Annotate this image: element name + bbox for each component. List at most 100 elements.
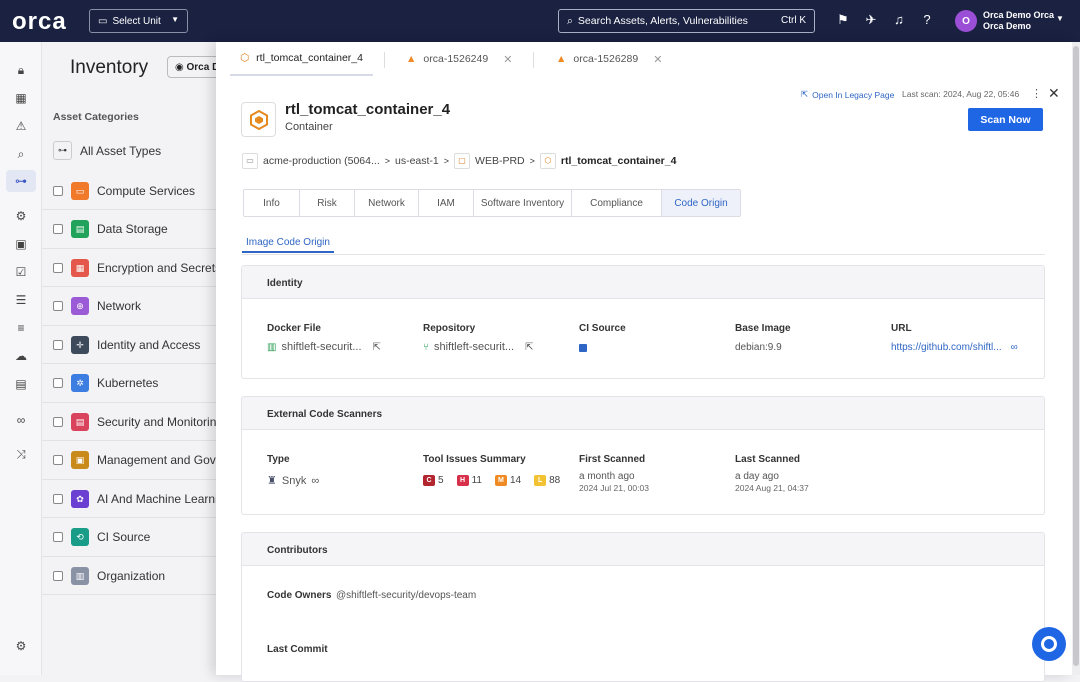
- shield-icon[interactable]: ⚙︎: [13, 208, 29, 224]
- category-checkbox[interactable]: [53, 262, 63, 273]
- search-icon: ⌕: [567, 14, 573, 27]
- external-code-scanners-card: External Code Scanners Type ♜ Snyk ∞ Too…: [241, 396, 1045, 515]
- category-checkbox[interactable]: [53, 570, 63, 581]
- category-item[interactable]: ▤ Security and Monitoring: [42, 403, 242, 441]
- dashboard-icon[interactable]: ▦: [13, 90, 29, 106]
- workflow-icon[interactable]: ⤨: [13, 446, 29, 462]
- category-checkbox[interactable]: [53, 493, 63, 504]
- tab-asset[interactable]: ⬡ rtl_tomcat_container_4: [230, 42, 373, 76]
- tab-image-code-origin[interactable]: Image Code Origin: [242, 233, 334, 253]
- category-checkbox[interactable]: [53, 339, 63, 350]
- category-item[interactable]: ✛ Identity and Access: [42, 326, 242, 364]
- tab-network[interactable]: Network: [355, 190, 419, 216]
- chevron-down-icon[interactable]: ▼: [1056, 14, 1064, 23]
- user-menu[interactable]: Orca Demo Orca Orca Demo: [983, 10, 1054, 32]
- search-icon[interactable]: ⌕: [13, 146, 29, 162]
- last-scan-text: Last scan: 2024, Aug 22, 05:46: [902, 89, 1020, 99]
- select-unit-dropdown[interactable]: ▭ Select Unit ▼: [89, 9, 188, 33]
- alert-icon[interactable]: ⚠︎: [13, 118, 29, 134]
- user-card-icon[interactable]: ▤: [13, 376, 29, 392]
- scrollbar-thumb[interactable]: [1073, 46, 1079, 666]
- tab-software-inventory[interactable]: Software Inventory: [474, 190, 572, 216]
- category-checkbox[interactable]: [53, 532, 63, 542]
- category-icon: ▭: [71, 181, 89, 200]
- url-value[interactable]: https://github.com/shiftl... ∞: [891, 342, 1018, 353]
- category-checkbox[interactable]: [53, 378, 63, 388]
- category-item[interactable]: ▥ Organization: [42, 557, 242, 595]
- category-checkbox[interactable]: [53, 224, 63, 234]
- repository-value[interactable]: ⑂ shiftleft-securit... ⇱: [423, 341, 533, 353]
- database-icon[interactable]: ≡: [13, 320, 29, 336]
- link-icon[interactable]: ∞: [311, 475, 319, 487]
- category-item[interactable]: ▭ Compute Services: [42, 172, 242, 210]
- external-link-icon[interactable]: ⇱: [525, 342, 533, 353]
- chevron-right-icon: >: [443, 156, 450, 166]
- asset-categories-heading: Asset Categories: [53, 111, 139, 123]
- help-chat-button[interactable]: [1032, 627, 1066, 661]
- close-tab-icon[interactable]: ✕: [503, 53, 512, 66]
- orca-logo[interactable]: orca: [12, 8, 67, 36]
- help-icon[interactable]: ?: [919, 12, 935, 27]
- category-item[interactable]: ✿ AI And Machine Learning: [42, 480, 242, 518]
- category-checkbox[interactable]: [53, 185, 63, 196]
- severity-number: 11: [471, 475, 482, 486]
- tab-info[interactable]: Info: [244, 190, 300, 216]
- scrollbar[interactable]: [1072, 42, 1080, 675]
- view-pill-label: Orca D: [186, 62, 220, 73]
- tab-risk[interactable]: Risk: [300, 190, 355, 216]
- tool-issues-summary-label: Tool Issues Summary: [423, 454, 526, 465]
- all-asset-types-item[interactable]: ⊶ All Asset Types: [53, 141, 161, 160]
- container-icon: [241, 102, 276, 137]
- tab-label: orca-1526249: [423, 53, 489, 65]
- inventory-icon[interactable]: ⊶: [6, 170, 36, 192]
- breadcrumb-account[interactable]: acme-production (5064...: [263, 155, 380, 167]
- url-label: URL: [891, 323, 912, 334]
- severity-count: H 11: [456, 475, 482, 486]
- tab-iam[interactable]: IAM: [419, 190, 474, 216]
- more-options-icon[interactable]: ⋮: [1031, 87, 1042, 100]
- announcement-icon[interactable]: ✈: [863, 12, 879, 28]
- close-tab-icon[interactable]: ✕: [653, 53, 662, 66]
- container-icon: ⬡: [539, 153, 556, 169]
- open-legacy-link[interactable]: ⇱ Open In Legacy Page: [801, 89, 894, 100]
- report-icon[interactable]: ☰: [13, 292, 29, 308]
- asset-title: rtl_tomcat_container_4: [285, 101, 451, 118]
- integrations-icon[interactable]: ∞: [13, 412, 29, 428]
- docker-file-value[interactable]: ▥ shiftleft-securit... ⇱: [267, 341, 381, 353]
- compliance-icon[interactable]: ☑: [13, 264, 29, 280]
- bell-icon[interactable]: ♫: [891, 12, 907, 27]
- category-label: Compute Services: [97, 183, 196, 198]
- category-item[interactable]: ⟲ CI Source: [42, 519, 242, 557]
- category-item[interactable]: ⊕ Network: [42, 288, 242, 326]
- close-icon[interactable]: ✕: [1048, 85, 1060, 102]
- settings-icon[interactable]: ⚙: [13, 638, 29, 654]
- tab-alert[interactable]: ▲ orca-1526289 ✕: [546, 42, 672, 76]
- category-item[interactable]: ▤ Data Storage: [42, 211, 242, 249]
- category-checkbox[interactable]: [53, 416, 63, 427]
- category-item[interactable]: ✲ Kubernetes: [42, 365, 242, 403]
- category-checkbox[interactable]: [53, 301, 63, 311]
- flag-icon[interactable]: ⚑: [835, 12, 851, 28]
- repository-text: shiftleft-securit...: [434, 341, 515, 353]
- category-icon: ▣: [71, 451, 89, 469]
- external-link-icon[interactable]: ⇱: [373, 342, 381, 353]
- base-image-value: debian:9.9: [735, 342, 782, 353]
- package-icon[interactable]: ▣: [13, 236, 29, 252]
- chevron-right-icon: >: [529, 156, 535, 166]
- category-label: Security and Monitoring: [97, 414, 224, 429]
- severity-badge: M: [494, 475, 507, 486]
- lock-icon[interactable]: 🔒︎: [13, 62, 29, 78]
- tab-alert[interactable]: ▲ orca-1526249 ✕: [396, 42, 522, 76]
- category-item[interactable]: ▦ Encryption and Secrets: [42, 249, 242, 287]
- scan-now-button[interactable]: Scan Now: [968, 108, 1043, 131]
- avatar[interactable]: O: [955, 10, 977, 32]
- severity-badge: L: [534, 475, 547, 486]
- tab-code-origin[interactable]: Code Origin: [662, 190, 740, 216]
- breadcrumb-region[interactable]: us-east-1: [395, 155, 439, 167]
- breadcrumb-vm[interactable]: WEB-PRD: [475, 155, 525, 167]
- cloud-icon[interactable]: ☁: [13, 348, 29, 364]
- tab-compliance[interactable]: Compliance: [572, 190, 662, 216]
- category-item[interactable]: ▣Management and Governance: [42, 442, 242, 480]
- category-checkbox[interactable]: [53, 455, 63, 465]
- global-search-input[interactable]: ⌕ Search Assets, Alerts, Vulnerabilities…: [558, 9, 815, 33]
